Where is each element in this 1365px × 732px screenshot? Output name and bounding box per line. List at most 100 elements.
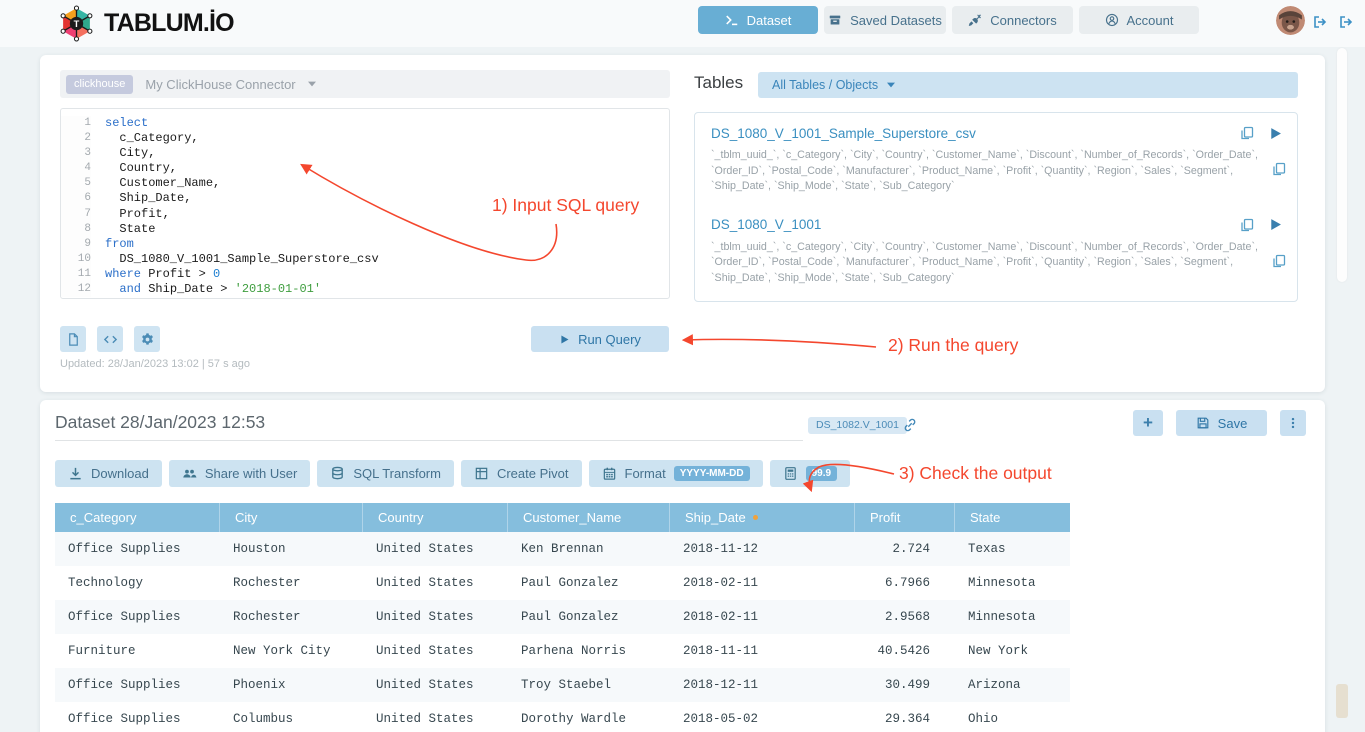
app-root: T TABLUM.İO Dataset Saved Datasets Connect… (0, 0, 1365, 732)
user-avatar[interactable] (1276, 6, 1305, 35)
table-entry: DS_1080_V_1001_Sample_Superstore_csv`_tb… (695, 115, 1297, 195)
table-row[interactable]: Office SuppliesColumbusUnited StatesDoro… (55, 702, 1070, 732)
svg-text:T: T (74, 19, 80, 29)
play-icon (559, 334, 570, 345)
grid-header-label: Country (378, 510, 424, 525)
toolbar-create-pivot-button[interactable]: Create Pivot (461, 460, 582, 487)
dataset-card: Dataset 28/Jan/2023 12:53 DS_1082.V_1001… (40, 400, 1325, 732)
table-cell: United States (363, 600, 508, 634)
editor-actions (60, 326, 160, 352)
nav-connectors[interactable]: Connectors (952, 6, 1073, 34)
table-row[interactable]: Office SuppliesPhoenixUnited StatesTroy … (55, 668, 1070, 702)
table-cell: United States (363, 532, 508, 566)
toolbar-sql-transform-button[interactable]: SQL Transform (317, 460, 454, 487)
toolbar-label: Create Pivot (497, 466, 569, 481)
tables-list: DS_1080_V_1001_Sample_Superstore_csv `_tb… (694, 112, 1298, 302)
grid-header-profit[interactable]: Profit (855, 503, 955, 532)
code-line: 3 City, (61, 146, 669, 161)
table-name-link[interactable]: DS_1080_V_1001_Sample_Superstore_csv (711, 126, 976, 141)
line-number: 9 (61, 237, 91, 252)
save-button[interactable]: Save (1176, 410, 1267, 436)
top-bar: T TABLUM.İO Dataset Saved Datasets Connect… (0, 0, 1365, 47)
copy-icon[interactable] (1271, 161, 1287, 177)
toolbar-share-with-user-button[interactable]: Share with User (169, 460, 310, 487)
table-cell: United States (363, 702, 508, 732)
toolbar-label: Share with User (205, 466, 297, 481)
nav-label: Dataset (747, 13, 792, 28)
database-icon (330, 466, 345, 481)
table-cell: Office Supplies (55, 600, 220, 634)
copy-icon[interactable] (1239, 125, 1255, 141)
grid-header-ship_date[interactable]: Ship_Date (670, 503, 855, 532)
line-number: 4 (61, 161, 91, 176)
share-users-icon (182, 466, 197, 481)
person-icon (1105, 13, 1119, 27)
toolbar-format-button[interactable]: FormatYYYY-MM-DD (589, 460, 763, 487)
annotation-step3: 3) Check the output (899, 463, 1052, 484)
play-icon[interactable] (1268, 126, 1283, 141)
tables-heading: Tables (694, 73, 743, 93)
toolbar-download-button[interactable]: Download (55, 460, 162, 487)
link-icon[interactable] (902, 417, 918, 433)
table-row[interactable]: FurnitureNew York CityUnited StatesParhe… (55, 634, 1070, 668)
code-line: 1select (61, 116, 669, 131)
grid-header-city[interactable]: City (220, 503, 363, 532)
settings-button[interactable] (134, 326, 160, 352)
run-query-label: Run Query (578, 332, 641, 347)
grid-header-label: State (970, 510, 1000, 525)
code-line: 10 DS_1080_V_1001_Sample_Superstore_csv (61, 252, 669, 267)
nav-label: Account (1127, 13, 1174, 28)
tablum-logo[interactable]: T TABLUM.İO (58, 5, 234, 42)
page-scrollbar-thumb[interactable] (1337, 48, 1347, 282)
play-icon[interactable] (1268, 217, 1283, 232)
toolbar-label: Format (625, 466, 666, 481)
switch-account-icon[interactable] (1312, 14, 1328, 30)
code-line: 9from (61, 237, 669, 252)
grid-header-customer_name[interactable]: Customer_Name (508, 503, 670, 532)
grid-header-label: c_Category (70, 510, 136, 525)
table-cell: United States (363, 566, 508, 600)
nav-label: Connectors (990, 13, 1056, 28)
table-name-link[interactable]: DS_1080_V_1001 (711, 217, 821, 232)
connector-select[interactable]: clickhouse My ClickHouse Connector (60, 70, 670, 98)
table-cell: 2.724 (855, 532, 955, 566)
nav-account[interactable]: Account (1079, 6, 1199, 34)
run-query-button[interactable]: Run Query (531, 326, 669, 352)
sign-out-icon[interactable] (1338, 14, 1354, 30)
table-row[interactable]: TechnologyRochesterUnited StatesPaul Gon… (55, 566, 1070, 600)
table-columns: `_tblm_uuid_`, `c_Category`, `City`, `Co… (711, 240, 1261, 287)
grid-header-c_category[interactable]: c_Category (55, 503, 220, 532)
code-button[interactable] (97, 326, 123, 352)
code-line: 11where Profit > 0 (61, 267, 669, 282)
nav-saved-datasets[interactable]: Saved Datasets (824, 6, 946, 34)
gear-icon (140, 332, 155, 347)
table-row[interactable]: Office SuppliesHoustonUnited StatesKen B… (55, 532, 1070, 566)
table-cell: 2018-11-11 (670, 634, 855, 668)
more-options-button[interactable] (1280, 410, 1306, 436)
table-cell: New York (955, 634, 1070, 668)
copy-icon[interactable] (1239, 217, 1255, 233)
code-icon (103, 332, 118, 347)
new-query-button[interactable] (60, 326, 86, 352)
tablum-logo-icon: T (58, 5, 95, 42)
grid-header-country[interactable]: Country (363, 503, 508, 532)
nav-dataset[interactable]: Dataset (698, 6, 818, 34)
copy-icon[interactable] (1271, 253, 1287, 269)
table-cell: Rochester (220, 600, 363, 634)
calendar-icon (602, 466, 617, 481)
toolbar-decimal-precision-button[interactable]: 99.9 (770, 460, 850, 487)
add-button[interactable]: + (1133, 410, 1163, 436)
table-cell: Ken Brennan (508, 532, 670, 566)
table-cell: Texas (955, 532, 1070, 566)
logo-text: TABLUM.İO (104, 9, 234, 38)
table-cell: 2018-12-11 (670, 668, 855, 702)
title-underline (55, 440, 803, 441)
table-cell: Furniture (55, 634, 220, 668)
grid-header-state[interactable]: State (955, 503, 1070, 532)
table-cell: Houston (220, 532, 363, 566)
query-card: clickhouse My ClickHouse Connector 1sele… (40, 55, 1325, 392)
tables-filter-select[interactable]: All Tables / Objects (758, 72, 1298, 98)
table-cell: Office Supplies (55, 668, 220, 702)
table-row[interactable]: Office SuppliesRochesterUnited StatesPau… (55, 600, 1070, 634)
table-cell: 2.9568 (855, 600, 955, 634)
